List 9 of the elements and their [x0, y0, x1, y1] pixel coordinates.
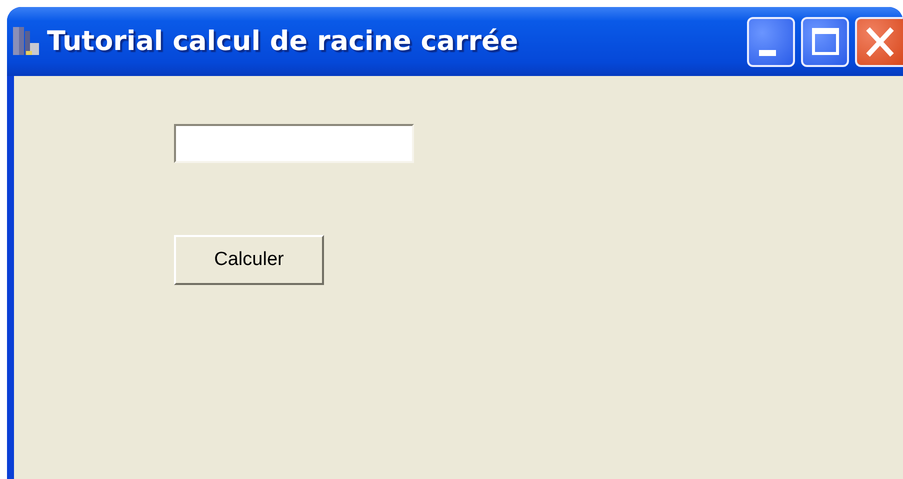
- close-button[interactable]: [855, 16, 903, 66]
- maximize-button[interactable]: [801, 16, 849, 66]
- minimize-icon: [759, 50, 776, 56]
- minimize-button[interactable]: [747, 16, 795, 66]
- input-field[interactable]: [174, 124, 414, 163]
- maximize-icon: [812, 28, 838, 55]
- close-icon: [866, 26, 894, 56]
- window-title: Tutorial calcul de racine carrée: [47, 26, 518, 57]
- calculate-button[interactable]: Calculer: [174, 235, 324, 285]
